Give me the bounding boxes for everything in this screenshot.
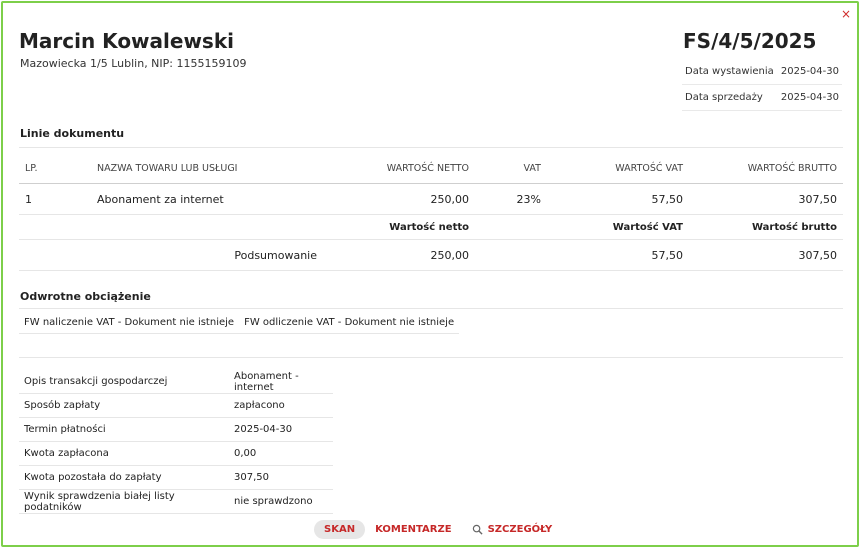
document-number: FS/4/5/2025	[683, 29, 817, 53]
col-lp: LP.	[19, 153, 91, 184]
summary-netto: 250,00	[323, 239, 475, 271]
col-vat: VAT	[475, 153, 547, 184]
detail-label: Wynik sprawdzenia białej listy podatnikó…	[19, 489, 229, 514]
row-lp: 1	[19, 183, 91, 215]
search-icon	[472, 524, 483, 535]
seller-address: Mazowiecka 1/5 Lublin, NIP: 1155159109	[20, 57, 247, 70]
issue-date-row: Data wystawienia 2025-04-30	[682, 59, 842, 85]
summary-netto-header: Wartość netto	[323, 214, 475, 240]
sale-date-row: Data sprzedaży 2025-04-30	[682, 85, 842, 111]
divider	[19, 308, 843, 309]
table-header-row: LP. NAZWA TOWARU LUB USŁUGI WARTOŚĆ NETT…	[19, 153, 843, 184]
summary-brutto-header: Wartość brutto	[689, 214, 843, 240]
reverse-charge-item: FW odliczenie VAT - Dokument nie istniej…	[244, 317, 455, 328]
detail-label: Termin płatności	[19, 417, 229, 442]
sale-date-label: Data sprzedaży	[685, 92, 763, 103]
list-item: Kwota zapłacona 0,00	[19, 441, 333, 466]
summary-label: Podsumowanie	[91, 239, 323, 271]
list-item: Opis transakcji gospodarczej Abonament -…	[19, 370, 333, 394]
reverse-charge-title: Odwrotne obciążenie	[20, 290, 151, 303]
detail-value: Abonament - internet	[229, 370, 333, 394]
list-item: Kwota pozostała do zapłaty 307,50	[19, 465, 333, 490]
reverse-charge-items: FW naliczenie VAT - Dokument nie istniej…	[19, 312, 460, 334]
col-name: NAZWA TOWARU LUB USŁUGI	[91, 153, 323, 184]
detail-value: 0,00	[229, 441, 333, 466]
col-netto: WARTOŚĆ NETTO	[323, 153, 475, 184]
seller-name: Marcin Kowalewski	[19, 29, 234, 53]
detail-label: Kwota pozostała do zapłaty	[19, 465, 229, 490]
reverse-charge-item: FW naliczenie VAT - Dokument nie istniej…	[24, 317, 235, 328]
document-lines-table: LP. NAZWA TOWARU LUB USŁUGI WARTOŚĆ NETT…	[19, 153, 843, 271]
list-item: Sposób zapłaty zapłacono	[19, 393, 333, 418]
divider	[19, 147, 843, 148]
list-item: Wynik sprawdzenia białej listy podatnikó…	[19, 489, 333, 514]
summary-brutto: 307,50	[689, 239, 843, 271]
document-preview-dialog: × Marcin Kowalewski Mazowiecka 1/5 Lubli…	[1, 1, 859, 547]
action-bar: SKAN KOMENTARZE SZCZEGÓŁY	[314, 520, 562, 539]
comments-button[interactable]: KOMENTARZE	[365, 520, 462, 539]
summary-vat-header: Wartość VAT	[547, 214, 689, 240]
row-name: Abonament za internet	[91, 183, 323, 215]
table-row: 1 Abonament za internet 250,00 23% 57,50…	[19, 183, 843, 215]
detail-label: Kwota zapłacona	[19, 441, 229, 466]
sale-date-value: 2025-04-30	[780, 92, 839, 103]
detail-value: 307,50	[229, 465, 333, 490]
details-button[interactable]: SZCZEGÓŁY	[462, 520, 563, 539]
details-button-label: SZCZEGÓŁY	[487, 524, 553, 535]
col-vat-value: WARTOŚĆ VAT	[547, 153, 689, 184]
row-vat-value: 57,50	[547, 183, 689, 215]
row-netto: 250,00	[323, 183, 475, 215]
detail-label: Sposób zapłaty	[19, 393, 229, 418]
detail-value: 2025-04-30	[229, 417, 333, 442]
scan-button[interactable]: SKAN	[314, 520, 366, 539]
summary-row: Podsumowanie 250,00 57,50 307,50	[19, 239, 843, 271]
lines-section-title: Linie dokumentu	[20, 127, 125, 140]
details-table: Opis transakcji gospodarczej Abonament -…	[19, 370, 333, 514]
detail-label: Opis transakcji gospodarczej	[19, 370, 229, 394]
divider	[19, 357, 843, 358]
row-vat: 23%	[475, 183, 547, 215]
summary-vat: 57,50	[547, 239, 689, 271]
detail-value: zapłacono	[229, 393, 333, 418]
col-brutto: WARTOŚĆ BRUTTO	[689, 153, 843, 184]
document-dates: Data wystawienia 2025-04-30 Data sprzeda…	[682, 59, 842, 111]
row-brutto: 307,50	[689, 183, 843, 215]
detail-value: nie sprawdzono	[229, 489, 333, 514]
summary-header-row: Wartość netto Wartość VAT Wartość brutto	[19, 214, 843, 240]
close-icon[interactable]: ×	[841, 8, 851, 20]
issue-date-value: 2025-04-30	[780, 66, 839, 77]
list-item: Termin płatności 2025-04-30	[19, 417, 333, 442]
issue-date-label: Data wystawienia	[685, 66, 774, 77]
